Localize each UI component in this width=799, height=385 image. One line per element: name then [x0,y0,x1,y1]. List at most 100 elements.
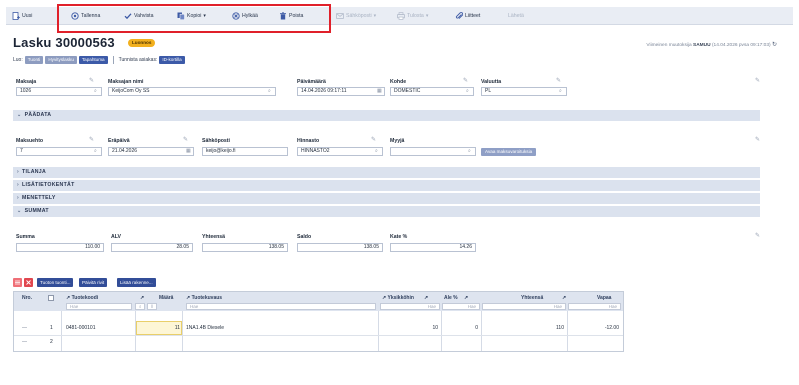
edit-icon[interactable]: ✎ [183,136,188,143]
row-quantity[interactable]: 11 [136,325,180,331]
section-extra-fields[interactable]: › LISÄTIETOKENTÄT [13,180,760,191]
filter-free[interactable]: Hae [568,303,621,310]
new-button[interactable]: Uusi [12,11,32,21]
seller-input[interactable] [390,147,476,156]
row-description[interactable]: 1NA1.4B Diesele [186,325,224,331]
col-header-unit-price[interactable]: ↗ Yksikköhin [382,295,414,301]
edit-icon[interactable]: ✎ [556,77,561,84]
search-icon[interactable]: ⌕ [466,88,469,94]
col-header-quantity[interactable]: Määrä [159,295,173,301]
status-badge: Luonnos [128,39,156,47]
col-header-free[interactable]: Vapaa [597,295,611,301]
send-button[interactable]: Lähetä [508,11,524,21]
calendar-icon[interactable]: ▦ [377,88,382,94]
attachments-button[interactable]: Liitteet [455,11,480,21]
currency-input[interactable]: PL [481,87,567,96]
col-unit-price-text: Yksikköhin [387,295,414,301]
history-icon[interactable]: ↻ [772,42,777,48]
email-input[interactable]: keijo@keijo.fi [202,147,288,156]
row-handle-icon[interactable]: — [22,325,27,331]
import-products-button[interactable]: Tuoton tuonti... [37,278,74,287]
printer-icon [397,12,405,20]
filter-product-code[interactable]: Hae [66,303,132,310]
search-icon[interactable]: ⌕ [94,148,97,154]
edit-icon[interactable]: ✎ [755,136,760,143]
col-header-total[interactable]: Yhteensä [521,295,543,301]
price-list-input[interactable]: HINNASTO2 [297,147,383,156]
row-unit-price[interactable]: 10 [380,325,438,331]
row-product-code[interactable]: 0481-000101 [66,325,95,331]
search-icon[interactable]: ⌕ [468,148,471,154]
section-status[interactable]: › TILANJA [13,167,760,178]
toolbar-highlight-frame [57,4,331,33]
chevron-right-icon: › [17,195,20,201]
due-date-input[interactable]: 21.04.2026 [108,147,194,156]
create-credit-note-link[interactable]: Hyvityslasku [45,55,77,64]
row-total: 110 [556,325,564,331]
object-input[interactable]: DOMESTIC [390,87,474,96]
section-main-data[interactable]: ⌄ PÄÄDATA [13,110,760,121]
filter-search-button[interactable]: ⌕ [135,303,145,310]
create-import-link[interactable]: Tuonti [24,55,44,64]
section-summary[interactable]: ⌄ SUMMAT [13,206,760,217]
section-procedure[interactable]: › MENETTELY [13,193,760,204]
filter-description[interactable]: Hae [186,303,376,310]
row-handle-icon[interactable]: — [22,339,27,345]
add-structure-button[interactable]: Lisää rakenne... [117,278,156,287]
customer-input[interactable]: 1026 [16,87,102,96]
date-input[interactable]: 14.04.2026 09:17:11 [297,87,385,96]
search-icon[interactable]: ⌕ [375,148,378,154]
calendar-icon[interactable]: ▦ [186,148,191,154]
page-title: Lasku 30000563 [13,35,115,50]
margin-label: Kate % [390,234,408,240]
chevron-down-icon: ▾ [373,13,377,19]
chevron-right-icon: › [17,182,20,188]
create-prefix: Luo: [13,56,23,63]
create-links-row: Luo: Tuonti Hyvityslasku Tapahtuma Tunni… [13,55,185,64]
col-drag-handle[interactable]: ↗ [464,295,468,301]
grid-row-delete-button[interactable] [24,278,33,287]
update-rows-button[interactable]: Päivitä rivit [79,278,108,287]
col-header-product-code[interactable]: ↗ Tuotekoodi [66,295,98,301]
print-label: Tulosta [407,13,424,19]
table-row[interactable]: — 2 [14,336,623,348]
create-event-link[interactable]: Tapahtuma [78,55,108,64]
envelope-icon [336,13,344,19]
col-drag-handle[interactable]: ↗ [562,295,566,301]
edit-icon[interactable]: ✎ [89,77,94,84]
col-drag-handle[interactable]: ↗ [424,295,428,301]
edit-icon[interactable]: ✎ [371,136,376,143]
due-date-label: Eräpäivä [108,138,130,144]
filter-total[interactable]: Hae [482,303,566,310]
col-header-number[interactable]: Nro. [22,295,32,301]
print-button[interactable]: Tulosta ▾ [397,11,428,21]
col-description-text: Tuotekuvaus [191,295,223,301]
row-discount[interactable]: 0 [442,325,478,331]
balance-label: Saldo [297,234,312,240]
total-value: 138.05 [202,243,288,252]
edit-icon[interactable]: ✎ [89,136,94,143]
edit-icon[interactable]: ✎ [463,77,468,84]
list-icon [15,280,20,285]
col-drag-handle[interactable]: ↗ [140,295,144,301]
edit-icon[interactable]: ✎ [755,77,760,84]
filter-discount[interactable]: Hae [442,303,480,310]
email-button[interactable]: Sähköposti ▾ [336,11,376,21]
table-row[interactable]: — 1 0481-000101 11 1NA1.4B Diesele 10 0 … [14,321,623,335]
customer-name-input[interactable]: KeijoCom Oy SS [108,87,276,96]
search-icon[interactable]: ⌕ [94,88,97,94]
filter-dropdown[interactable]: ‖ [147,303,157,310]
row-free: -12.00 [604,325,619,331]
filter-unit-price[interactable]: Hae [380,303,440,310]
open-reminders-button[interactable]: Avaa maksuvaroituksia [481,148,537,156]
col-header-discount[interactable]: Ale % [444,295,458,301]
last-edit-user: SAMUU [693,43,711,48]
id-card-button[interactable]: ID-kortilla [159,55,185,64]
select-all-checkbox[interactable] [48,295,54,301]
payment-terms-input[interactable]: 7 [16,147,102,156]
search-icon[interactable]: ⌕ [559,88,562,94]
edit-icon[interactable]: ✎ [755,232,760,239]
grid-row-add-button[interactable] [13,278,22,287]
col-header-description[interactable]: ↗ Tuotekuvaus [186,295,222,301]
search-icon[interactable]: ⌕ [268,88,271,94]
